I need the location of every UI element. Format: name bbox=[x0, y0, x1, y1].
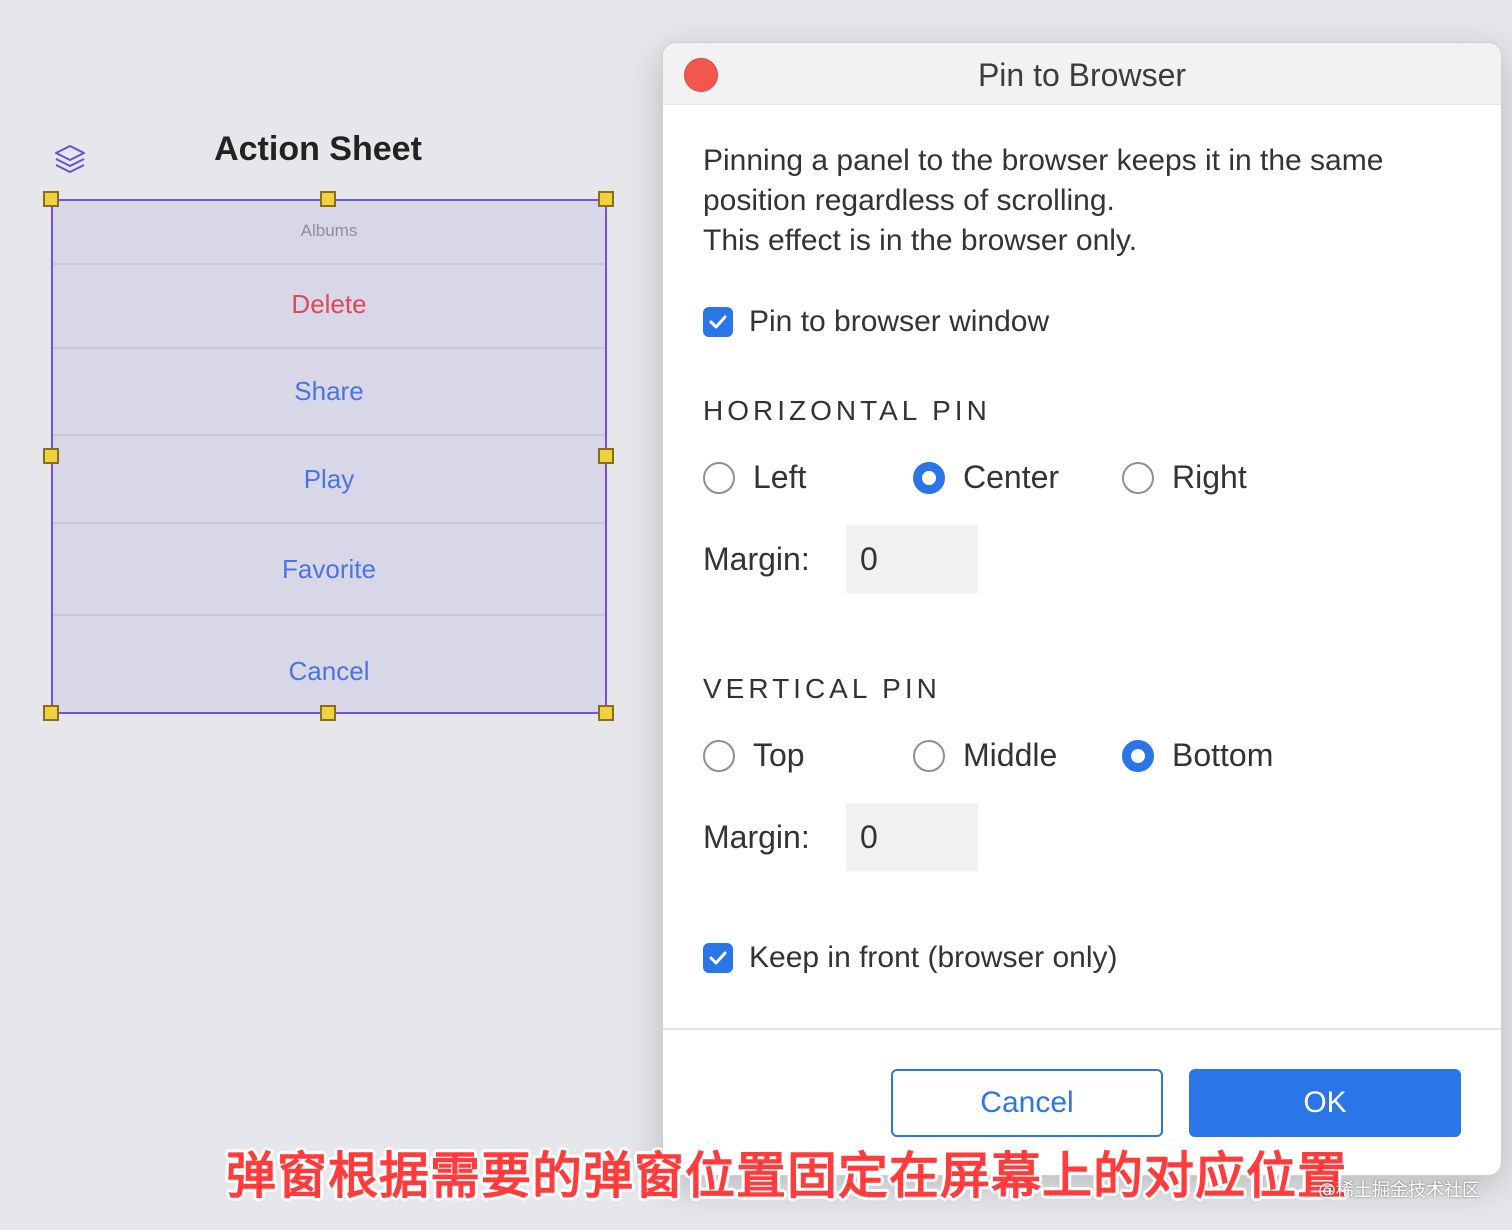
radio-label: Middle bbox=[963, 737, 1058, 773]
divider bbox=[53, 263, 605, 265]
action-share[interactable]: Share bbox=[53, 376, 605, 407]
video-caption: 弹窗根据需要的弹窗位置固定在屏幕上的对应位置 bbox=[226, 1147, 1348, 1205]
radio-button-selected[interactable] bbox=[913, 461, 945, 494]
radio-button-selected[interactable] bbox=[1122, 739, 1154, 772]
radio-button[interactable] bbox=[703, 739, 735, 772]
action-cancel[interactable]: Cancel bbox=[53, 656, 605, 687]
action-sheet[interactable]: Albums Delete Share Play Favorite Cancel bbox=[51, 199, 607, 714]
resize-handle-bottom-right[interactable] bbox=[598, 705, 614, 721]
vertical-pin-title: VERTICAL PIN bbox=[703, 673, 941, 704]
action-delete[interactable]: Delete bbox=[53, 289, 605, 320]
keep-in-front-checkbox[interactable] bbox=[703, 943, 733, 973]
keep-in-front-checkbox-row[interactable]: Keep in front (browser only) bbox=[703, 941, 1118, 975]
radio-right[interactable]: Right bbox=[1122, 459, 1247, 496]
radio-button[interactable] bbox=[913, 739, 945, 772]
checkmark-icon bbox=[709, 951, 727, 965]
resize-handle-top[interactable] bbox=[320, 191, 336, 207]
radio-label: Right bbox=[1172, 459, 1247, 495]
keep-in-front-label: Keep in front (browser only) bbox=[749, 941, 1118, 974]
divider bbox=[53, 434, 605, 436]
radio-label: Left bbox=[753, 459, 807, 495]
action-sheet-header: Albums bbox=[300, 221, 358, 240]
pin-to-browser-label: Pin to browser window bbox=[749, 305, 1050, 338]
checkmark-icon bbox=[709, 315, 727, 329]
resize-handle-left[interactable] bbox=[43, 448, 59, 464]
radio-button[interactable] bbox=[703, 461, 735, 494]
pin-to-browser-dialog: Pin to Browser Pinning a panel to the br… bbox=[662, 42, 1502, 1176]
resize-handle-top-right[interactable] bbox=[598, 191, 614, 207]
radio-label: Center bbox=[963, 459, 1060, 495]
horizontal-margin-label: Margin: bbox=[703, 541, 810, 577]
dialog-description: Pinning a panel to the browser keeps it … bbox=[703, 141, 1483, 261]
horizontal-margin-input[interactable] bbox=[846, 525, 978, 593]
action-favorite[interactable]: Favorite bbox=[53, 554, 605, 585]
cancel-button[interactable]: Cancel bbox=[891, 1069, 1163, 1137]
pin-to-browser-checkbox[interactable] bbox=[703, 307, 733, 337]
vertical-margin-label: Margin: bbox=[703, 819, 810, 855]
radio-top[interactable]: Top bbox=[703, 737, 805, 774]
horizontal-pin-title: HORIZONTAL PIN bbox=[703, 395, 991, 426]
divider bbox=[53, 614, 605, 616]
radio-button[interactable] bbox=[1122, 461, 1154, 494]
divider bbox=[53, 522, 605, 524]
vertical-margin-input[interactable] bbox=[846, 803, 978, 871]
resize-handle-top-left[interactable] bbox=[43, 191, 59, 207]
footer-divider bbox=[663, 1028, 1501, 1030]
radio-center[interactable]: Center bbox=[913, 459, 1059, 496]
dialog-titlebar: Pin to Browser bbox=[663, 43, 1501, 105]
ok-button[interactable]: OK bbox=[1189, 1069, 1461, 1137]
dialog-title: Pin to Browser bbox=[977, 57, 1187, 93]
radio-left[interactable]: Left bbox=[703, 459, 806, 496]
description-line: This effect is in the browser only. bbox=[703, 224, 1138, 257]
divider bbox=[53, 347, 605, 349]
radio-middle[interactable]: Middle bbox=[913, 737, 1057, 774]
resize-handle-right[interactable] bbox=[598, 448, 614, 464]
radio-label: Top bbox=[753, 737, 805, 773]
action-sheet-title: Action Sheet bbox=[214, 130, 422, 168]
watermark: @稀土掘金技术社区 bbox=[1318, 1180, 1480, 1201]
description-line: Pinning a panel to the browser keeps it … bbox=[703, 144, 1384, 177]
action-play[interactable]: Play bbox=[53, 464, 605, 495]
resize-handle-bottom-left[interactable] bbox=[43, 705, 59, 721]
radio-label: Bottom bbox=[1172, 737, 1274, 773]
radio-bottom[interactable]: Bottom bbox=[1122, 737, 1273, 774]
resize-handle-bottom[interactable] bbox=[320, 705, 336, 721]
layers-icon[interactable] bbox=[52, 142, 88, 178]
description-line: position regardless of scrolling. bbox=[703, 184, 1115, 217]
pin-to-browser-checkbox-row[interactable]: Pin to browser window bbox=[703, 305, 1049, 339]
